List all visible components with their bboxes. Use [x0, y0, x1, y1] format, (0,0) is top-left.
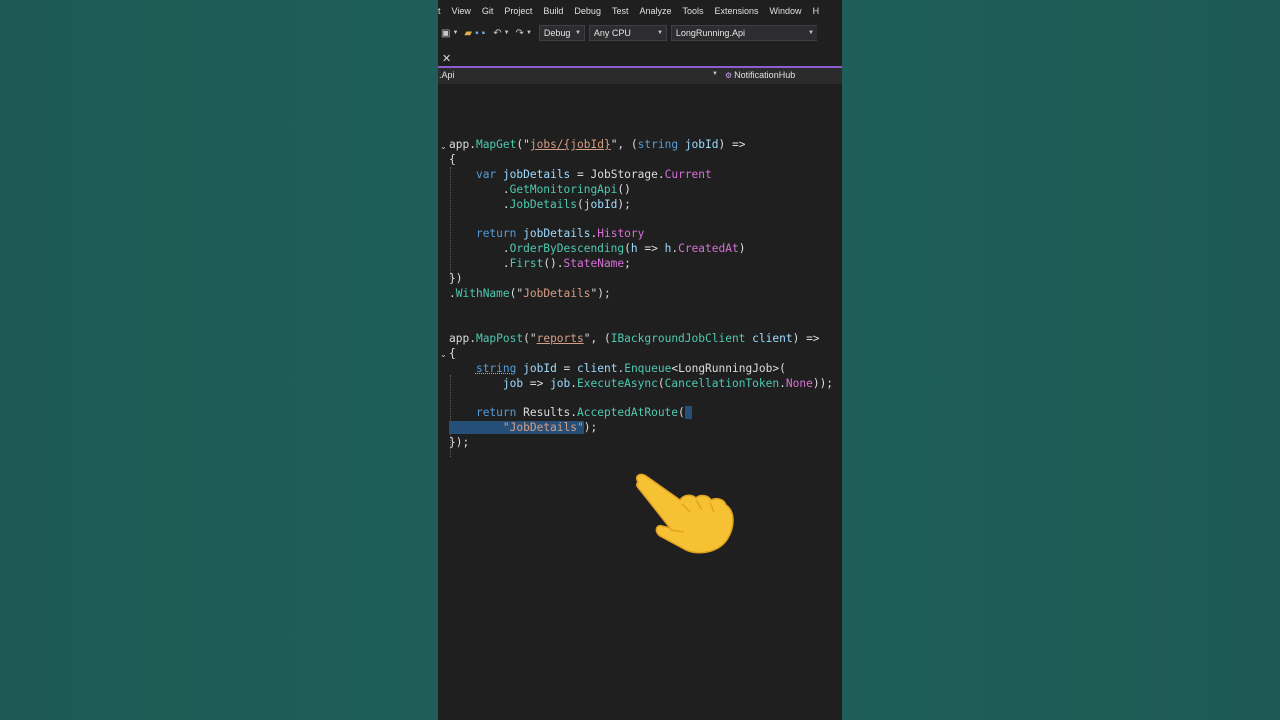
collapse-region-icon[interactable]: ⌄	[440, 142, 447, 151]
route-name-string: JobDetails	[523, 287, 591, 301]
chevron-down-icon[interactable]: ▼	[712, 71, 718, 77]
menu-item-project[interactable]: Project	[493, 6, 532, 16]
undo-icon[interactable]: ↶	[493, 28, 501, 39]
route-string: reports	[536, 331, 584, 345]
visual-studio-window: t View Git Project Build Debug Test Anal…	[438, 0, 842, 720]
navigation-bar: .Api ▼ ⚙ NotificationHub	[438, 68, 842, 84]
menu-item-debug[interactable]: Debug	[563, 6, 601, 16]
solution-platform-dropdown[interactable]: Any CPU ▼	[588, 25, 667, 41]
new-item-icon[interactable]: ▣	[441, 28, 450, 39]
menu-item-tools[interactable]: Tools	[672, 6, 704, 16]
pointing-hand-icon	[635, 473, 734, 554]
close-tab-icon[interactable]: ✕	[442, 53, 451, 65]
menu-item-analyze[interactable]: Analyze	[628, 6, 671, 16]
menu-item-view[interactable]: View	[441, 6, 471, 16]
code-editor[interactable]: ⌄ ⌄ app.MapGet("jobs/{jobId}", (string j…	[438, 84, 842, 720]
startup-project-dropdown[interactable]: LongRunning.Api ▼	[670, 25, 817, 41]
solution-platform-value: Any CPU	[593, 28, 631, 38]
collapse-region-icon[interactable]: ⌄	[440, 350, 447, 359]
chevron-down-icon: ▼	[807, 30, 814, 36]
solution-configuration-dropdown[interactable]: Debug ▼	[538, 25, 585, 41]
menu-item-extensions[interactable]: Extensions	[704, 6, 759, 16]
storage-class: JobStorage	[590, 167, 658, 181]
project-scope-dropdown[interactable]: .Api	[439, 70, 455, 80]
startup-project-value: LongRunning.Api	[675, 28, 745, 38]
menu-item-window[interactable]: Window	[759, 6, 802, 16]
solution-configuration-value: Debug	[543, 28, 571, 38]
route-string: jobs/{jobId}	[529, 138, 611, 151]
new-item-dropdown-icon[interactable]: ▼	[452, 30, 458, 36]
chevron-down-icon: ▼	[574, 30, 581, 36]
code-text[interactable]: app.MapGet("jobs/{jobId}", (string jobId…	[449, 138, 833, 451]
document-tab-row: ✕	[438, 44, 842, 66]
redo-dropdown-icon[interactable]: ▼	[526, 30, 532, 36]
open-folder-icon[interactable]: ▰	[464, 28, 472, 39]
menu-item-build[interactable]: Build	[532, 6, 563, 16]
member-dropdown-label: NotificationHub	[734, 70, 796, 80]
route-name-string: JobDetails	[509, 421, 577, 435]
undo-dropdown-icon[interactable]: ▼	[504, 30, 510, 36]
menu-bar: t View Git Project Build Debug Test Anal…	[438, 0, 842, 22]
redo-icon[interactable]: ↷	[516, 28, 524, 39]
save-all-icon[interactable]: ▪	[482, 28, 486, 39]
standard-toolbar: ▣ ▼ ▰ ▪ ▪ ↶ ▼ ↷ ▼ Debug ▼ Any CPU ▼ Long…	[438, 22, 842, 44]
menu-item-help-partial[interactable]: H	[802, 6, 820, 16]
menu-item-git[interactable]: Git	[471, 6, 494, 16]
job-class: LongRunningJob	[678, 361, 773, 375]
chevron-down-icon: ▼	[656, 30, 663, 36]
class-icon: ⚙	[725, 70, 733, 80]
menu-item-test[interactable]: Test	[601, 6, 629, 16]
save-icon[interactable]: ▪	[475, 28, 479, 39]
member-dropdown[interactable]: ⚙ NotificationHub	[725, 70, 795, 80]
